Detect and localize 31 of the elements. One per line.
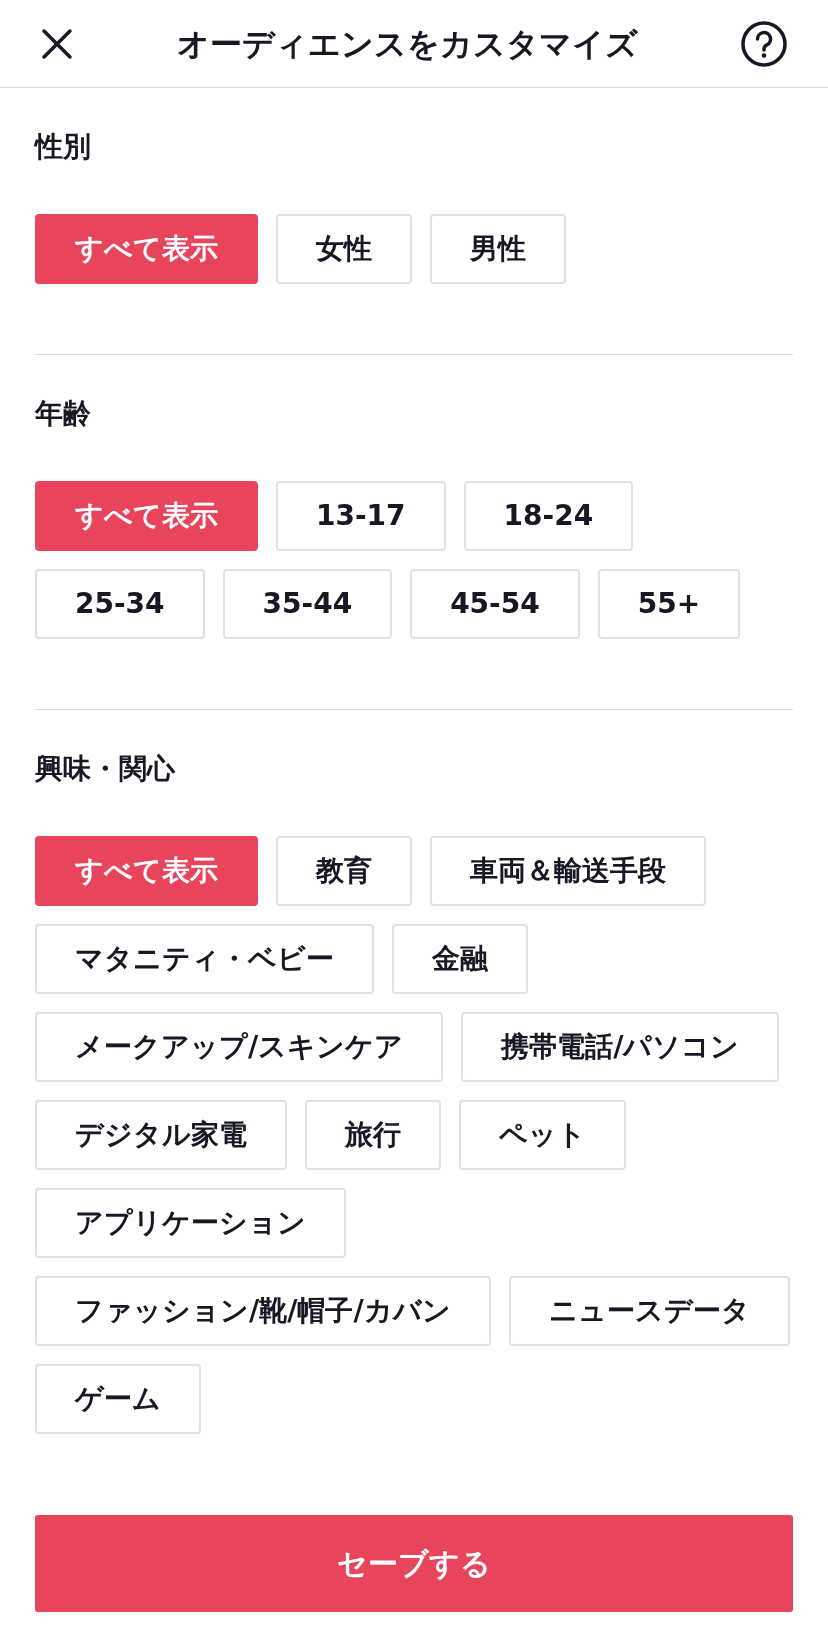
option-chip[interactable]: 旅行 — [305, 1100, 441, 1170]
option-chip[interactable]: 55+ — [597, 569, 741, 639]
window-title: オーディエンスをカスタマイズ — [176, 23, 638, 65]
section-title: 年齢 — [35, 396, 91, 432]
option-chip[interactable]: 25-34 — [35, 569, 205, 639]
option-chip[interactable]: ファッション/靴/帽子/カバン — [35, 1276, 491, 1346]
option-chip[interactable]: 男性 — [430, 214, 566, 284]
option-chip[interactable]: アプリケーション — [35, 1188, 346, 1258]
option-chip[interactable]: 45-54 — [410, 569, 580, 639]
section-title: 性別 — [35, 129, 91, 165]
close-icon[interactable] — [40, 26, 74, 61]
option-chip[interactable]: ゲーム — [35, 1364, 201, 1434]
option-chip[interactable]: すべて表示 — [35, 481, 258, 551]
option-chip[interactable]: 教育 — [276, 836, 412, 906]
option-chip[interactable]: 携帯電話/パソコン — [461, 1012, 780, 1082]
option-chip[interactable]: すべて表示 — [35, 214, 258, 284]
option-chip[interactable]: ペット — [459, 1100, 626, 1170]
option-chip[interactable]: 金融 — [392, 924, 528, 994]
option-chip[interactable]: マタニティ・ベビー — [35, 924, 374, 994]
option-chip[interactable]: 18-24 — [463, 481, 634, 551]
option-chip[interactable]: 35-44 — [222, 569, 393, 639]
option-chip[interactable]: デジタル家電 — [35, 1100, 287, 1170]
section-title: 興味・関心 — [35, 751, 175, 787]
option-chip[interactable]: すべて表示 — [35, 836, 258, 906]
option-chip[interactable]: 女性 — [276, 214, 412, 284]
option-chip[interactable]: ニュースデータ — [508, 1276, 790, 1346]
option-chip[interactable]: 13-17 — [276, 481, 446, 551]
option-chip[interactable]: メークアップ/スキンケア — [35, 1012, 444, 1082]
save-button[interactable]: セーブする — [35, 1515, 793, 1612]
help-icon[interactable] — [740, 19, 788, 68]
option-chip[interactable]: 車両＆輸送手段 — [430, 836, 706, 906]
